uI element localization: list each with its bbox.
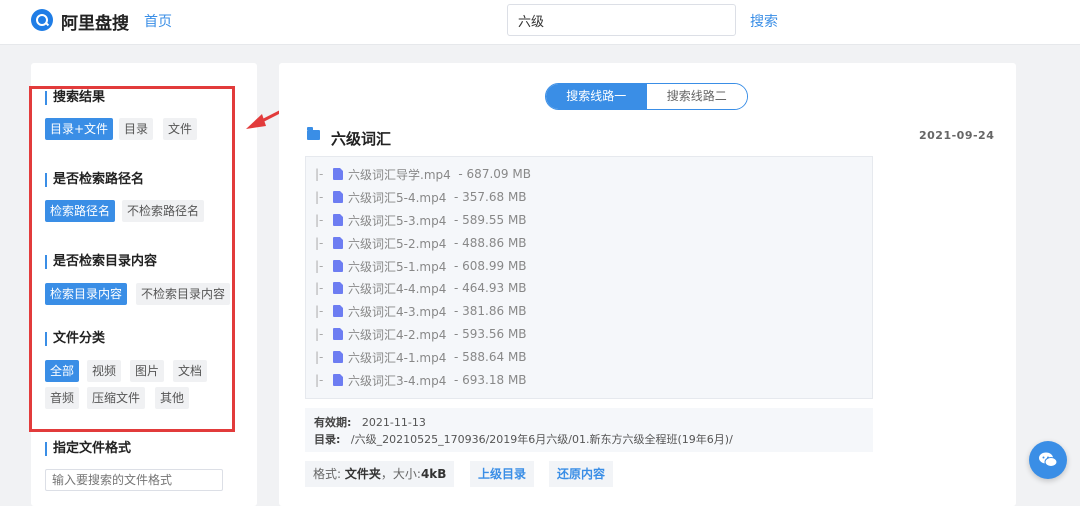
search-input[interactable]: [507, 4, 736, 36]
file-row: |- 六级词汇4-4.mp4 - 464.93 MB: [315, 279, 527, 297]
file-size: - 588.64 MB: [454, 350, 527, 364]
file-name: 六级词汇3-4.mp4: [348, 373, 447, 388]
file-row: |- 六级词汇4-3.mp4 - 381.86 MB: [315, 302, 527, 320]
directory-label: 目录:: [314, 433, 341, 446]
video-file-icon: [333, 237, 343, 249]
tree-prefix: |-: [315, 236, 324, 250]
file-row: |- 六级词汇4-2.mp4 - 593.56 MB: [315, 325, 527, 343]
file-size: - 589.55 MB: [454, 213, 527, 227]
file-size: - 357.68 MB: [454, 190, 527, 204]
file-row: |- 六级词汇4-1.mp4 - 588.64 MB: [315, 348, 527, 366]
parent-dir-button[interactable]: 上级目录: [470, 461, 535, 487]
file-name: 六级词汇4-1.mp4: [348, 350, 447, 365]
video-file-icon: [333, 168, 343, 180]
file-size: - 381.86 MB: [454, 304, 527, 318]
section-title-file-format: 指定文件格式: [45, 442, 131, 456]
file-name: 六级词汇4-4.mp4: [348, 281, 447, 296]
expiry-value: 2021-11-13: [361, 416, 426, 429]
file-size: - 608.99 MB: [454, 259, 527, 273]
red-arrow-icon: [246, 98, 304, 129]
video-file-icon: [333, 214, 343, 226]
video-file-icon: [333, 351, 343, 363]
format-label: 格式:: [313, 467, 342, 481]
file-name: 六级词汇5-2.mp4: [348, 236, 447, 251]
search-button[interactable]: 搜索: [750, 11, 778, 31]
file-format-input[interactable]: [45, 469, 223, 491]
chat-button[interactable]: [1029, 441, 1067, 479]
size-value: 4kB: [420, 467, 447, 481]
restore-content-button[interactable]: 还原内容: [549, 461, 614, 487]
directory-line: 目录: /六级_20210525_170936/2019年6月六级/01.新东方…: [314, 431, 733, 447]
file-row: |- 六级词汇导学.mp4 - 687.09 MB: [315, 165, 531, 183]
file-row: |- 六级词汇5-4.mp4 - 357.68 MB: [315, 188, 527, 206]
format-size-info: 格式: 文件夹，大小:4kB: [305, 461, 455, 487]
file-name: 六级词汇导学.mp4: [348, 167, 451, 182]
file-name: 六级词汇4-3.mp4: [348, 304, 447, 319]
result-title[interactable]: 六级词汇: [331, 128, 391, 149]
file-name: 六级词汇5-1.mp4: [348, 259, 447, 274]
file-size: - 488.86 MB: [454, 236, 527, 250]
file-name: 六级词汇4-2.mp4: [348, 327, 447, 342]
video-file-icon: [333, 191, 343, 203]
tree-prefix: |-: [315, 167, 324, 181]
folder-icon: [307, 127, 320, 140]
file-size: - 687.09 MB: [458, 167, 531, 181]
video-file-icon: [333, 282, 343, 294]
file-size: - 464.93 MB: [454, 281, 527, 295]
format-value: 文件夹: [344, 467, 381, 481]
file-row: |- 六级词汇5-1.mp4 - 608.99 MB: [315, 257, 527, 275]
file-size: - 693.18 MB: [454, 373, 527, 387]
chat-bubble-icon: [1039, 452, 1058, 467]
file-row: |- 六级词汇3-4.mp4 - 693.18 MB: [315, 371, 527, 389]
search-route-tabs: 搜索线路一 搜索线路二: [545, 83, 748, 110]
tab-route-two[interactable]: 搜索线路二: [646, 84, 747, 109]
expiry-line: 有效期: 2021-11-13: [314, 414, 426, 430]
video-file-icon: [333, 260, 343, 272]
result-date: 2021-09-24: [919, 129, 995, 142]
video-file-icon: [333, 328, 343, 340]
video-file-icon: [333, 374, 343, 386]
file-row: |- 六级词汇5-3.mp4 - 589.55 MB: [315, 211, 527, 229]
file-name: 六级词汇5-3.mp4: [348, 213, 447, 228]
tree-prefix: |-: [315, 373, 324, 387]
file-row: |- 六级词汇5-2.mp4 - 488.86 MB: [315, 234, 527, 252]
video-file-icon: [333, 305, 343, 317]
tree-prefix: |-: [315, 213, 324, 227]
file-name: 六级词汇5-4.mp4: [348, 190, 447, 205]
size-label: ，大小:: [380, 467, 421, 481]
expiry-label: 有效期:: [314, 416, 352, 429]
directory-value: /六级_20210525_170936/2019年6月六级/01.新东方六级全程…: [350, 433, 733, 446]
tree-prefix: |-: [315, 304, 324, 318]
file-size: - 593.56 MB: [454, 327, 527, 341]
tab-route-one[interactable]: 搜索线路一: [546, 84, 647, 109]
tree-prefix: |-: [315, 190, 324, 204]
tree-prefix: |-: [315, 350, 324, 364]
tree-prefix: |-: [315, 327, 324, 341]
tree-prefix: |-: [315, 281, 324, 295]
tree-prefix: |-: [315, 259, 324, 273]
